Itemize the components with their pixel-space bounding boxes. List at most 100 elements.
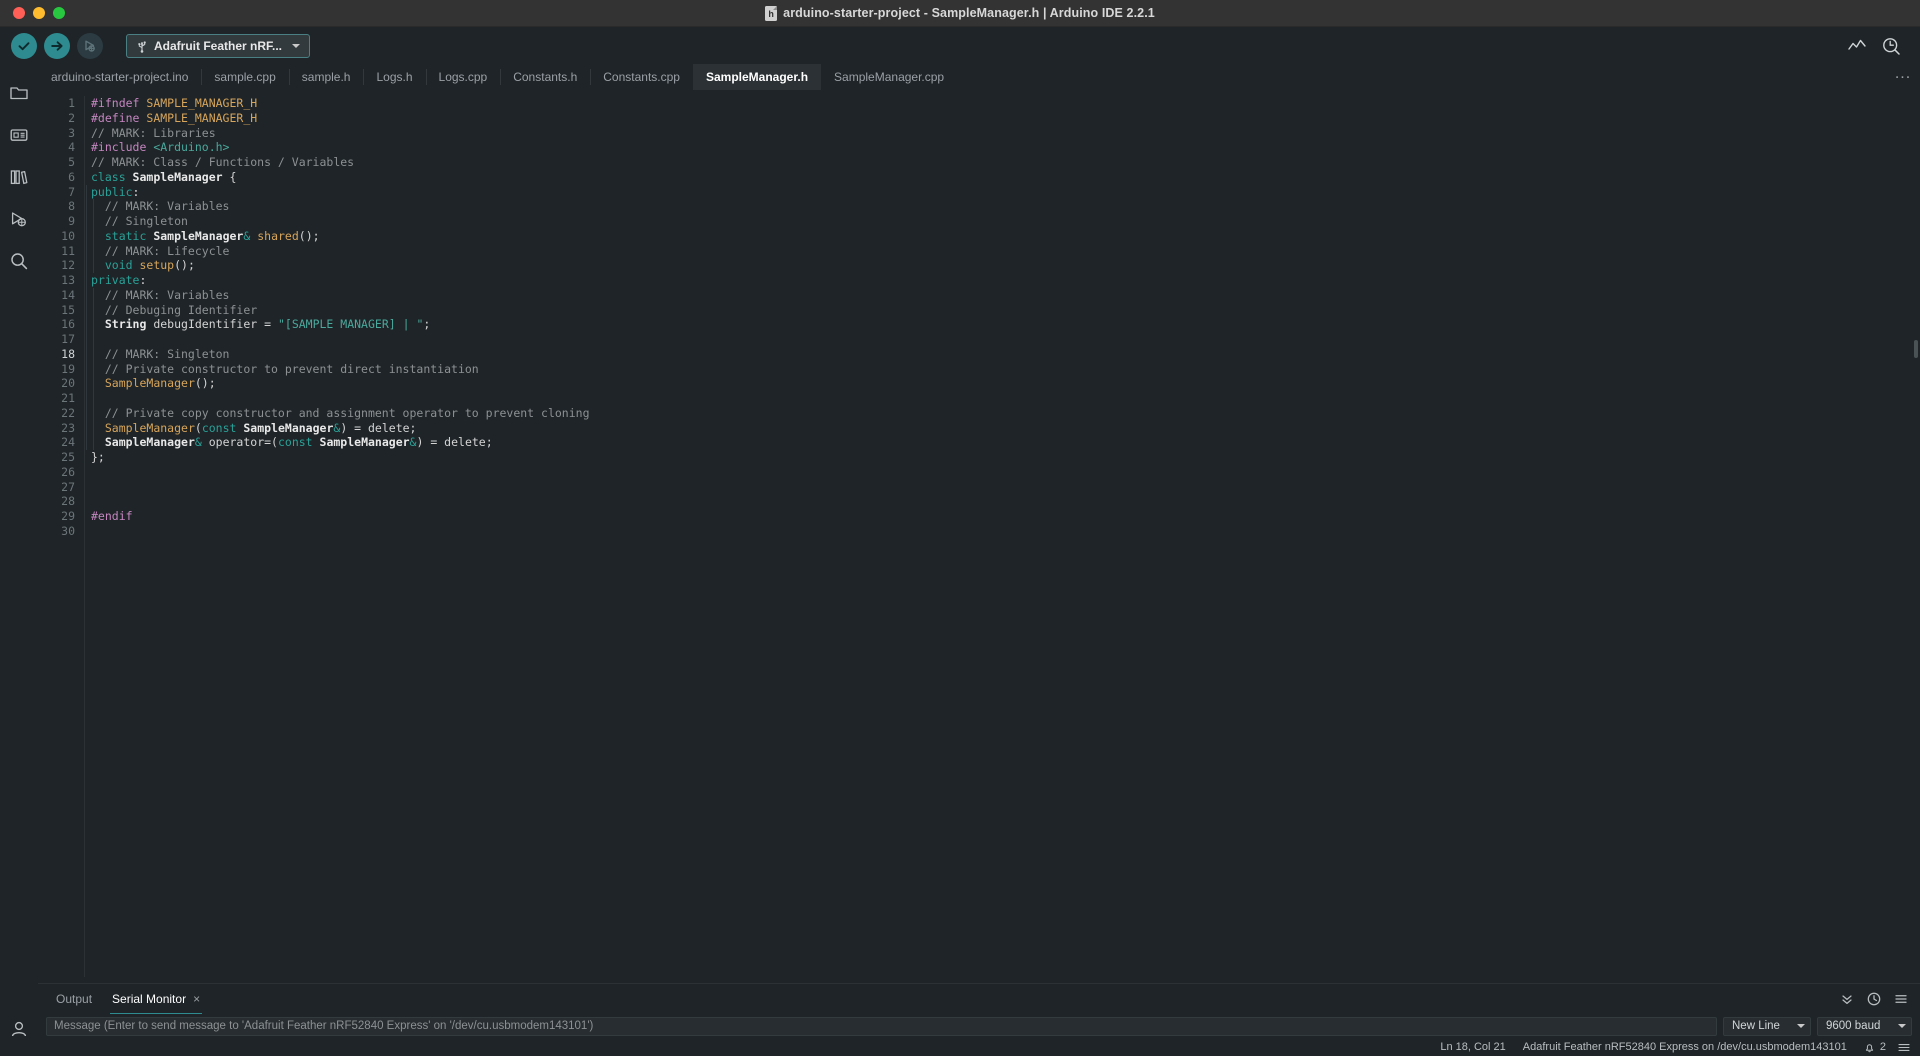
header-file-icon: h (765, 5, 778, 21)
line-number: 11 (61, 243, 75, 258)
arrow-right-icon (50, 40, 63, 51)
code-token: ; (423, 317, 431, 332)
code-content[interactable]: #ifndef SAMPLE_MANAGER_H #define SAMPLE_M… (85, 90, 1920, 983)
board-port-status[interactable]: Adafruit Feather nRF52840 Express on /de… (1523, 1041, 1847, 1053)
code-token: SampleManager (153, 228, 244, 243)
code-token: SampleManager (319, 435, 410, 450)
maximize-window-button[interactable] (53, 7, 65, 19)
close-icon[interactable]: × (193, 993, 200, 1005)
line-ending-select[interactable]: New Line (1723, 1016, 1811, 1036)
code-editor[interactable]: 1 2 3 4 5 6 7 8 9 10 11 12 13 14 15 16 17 18 19 20 21 22 23 24 2… (38, 90, 1920, 983)
line-number: 5 (68, 155, 75, 169)
code-token: private (91, 273, 140, 287)
editor-tab-sample-h[interactable]: sample.h (288, 64, 364, 90)
editor-tab-sample-cpp[interactable]: sample.cpp (201, 64, 288, 90)
serial-message-input[interactable] (46, 1016, 1717, 1036)
panel-tab-serial-monitor[interactable]: Serial Monitor × (102, 984, 210, 1014)
code-token: debugIdentifier = (146, 317, 278, 332)
editor-tab-constants-h[interactable]: Constants.h (500, 64, 590, 90)
verify-button[interactable] (11, 32, 37, 59)
indent-guide (93, 287, 94, 450)
toolbar-right-actions (1848, 37, 1910, 55)
code-line: String debugIdentifier = "[SAMPLE MANAGE… (91, 317, 1920, 332)
code-token: // MARK: Variables (91, 199, 230, 214)
code-token: "[SAMPLE MANAGER] | " (277, 317, 424, 332)
code-token: { (222, 169, 237, 184)
editor-tab-samplemanager-h[interactable]: SampleManager.h (692, 64, 822, 90)
notifications-button[interactable]: 2 (1864, 1041, 1886, 1053)
editor-tab-logs-h[interactable]: Logs.h (363, 64, 425, 90)
code-line: // Private constructor to prevent direct… (91, 362, 1920, 377)
line-number: 12 (61, 258, 75, 273)
code-token: // MARK: Libraries (91, 125, 216, 140)
editor-tab-samplemanager-cpp[interactable]: SampleManager.cpp (821, 64, 957, 90)
code-token: (); (174, 258, 195, 273)
sidebar-item-account[interactable] (0, 1014, 38, 1056)
serial-monitor-button[interactable] (1882, 37, 1900, 55)
code-line: SampleManager(); (91, 376, 1920, 391)
chevron-double-down-icon (1842, 995, 1852, 1005)
line-number: 14 (61, 287, 75, 302)
editor-tab-constants-cpp[interactable]: Constants.cpp (590, 64, 693, 90)
serial-plotter-button[interactable] (1848, 37, 1866, 55)
board-icon (10, 129, 28, 141)
indent-guide (93, 199, 94, 273)
panel-actions (1840, 992, 1920, 1006)
code-line: }; (91, 450, 1920, 465)
line-number: 24 (61, 435, 75, 450)
code-token: // Debuging Identifier (91, 302, 258, 317)
line-number: 26 (61, 464, 75, 479)
code-token: #include (91, 140, 154, 155)
baud-rate-select[interactable]: 9600 baud (1817, 1016, 1912, 1036)
editor-tab-label: SampleManager.h (705, 70, 809, 84)
code-line: // Debuging Identifier (91, 303, 1920, 318)
code-line: class SampleManager { (91, 170, 1920, 185)
code-line: // MARK: Class / Functions / Variables (91, 155, 1920, 170)
editor-tab-label: sample.h (301, 70, 351, 84)
code-token: const (277, 435, 320, 450)
code-token: ) = delete; (340, 420, 417, 435)
code-line: // Private copy constructor and assignme… (91, 406, 1920, 421)
editor-tab-label: Constants.h (513, 70, 578, 84)
cursor-position-label: Ln 18, Col 21 (1440, 1041, 1506, 1053)
panel-tab-output[interactable]: Output (46, 984, 102, 1014)
code-token: #define (91, 110, 147, 125)
sidebar-item-debug[interactable] (0, 198, 38, 240)
close-window-button[interactable] (13, 7, 25, 19)
bottom-panel-tabs: Output Serial Monitor × (38, 983, 1920, 1014)
code-line: // MARK: Variables (91, 288, 1920, 303)
minimize-window-button[interactable] (33, 7, 45, 19)
editor-scrollbar-thumb[interactable] (1914, 340, 1918, 358)
sidebar-item-sketchbook[interactable] (0, 72, 38, 114)
upload-button[interactable] (44, 32, 70, 59)
cursor-position[interactable]: Ln 18, Col 21 (1440, 1041, 1505, 1053)
timestamp-toggle-button[interactable] (1867, 992, 1881, 1006)
editor-tab-logs-cpp[interactable]: Logs.cpp (425, 64, 501, 90)
code-line: void setup(); (91, 258, 1920, 273)
editor-tab-arduino-starter-project-ino[interactable]: arduino-starter-project.ino (38, 64, 201, 90)
line-number: 1 (68, 96, 75, 110)
line-number: 20 (61, 376, 75, 391)
indent-guide (86, 184, 87, 450)
code-token: // MARK: Variables (91, 287, 230, 302)
search-icon (11, 253, 28, 270)
line-number: 13 (61, 273, 75, 287)
sidebar-item-search[interactable] (0, 240, 38, 282)
code-line: private: (91, 273, 1920, 288)
code-token: SampleManager (132, 169, 223, 184)
code-token: setup (139, 258, 175, 273)
code-token: : (132, 184, 140, 199)
tab-overflow-button[interactable]: ... (1886, 64, 1920, 90)
serial-input-row: New Line 9600 baud (38, 1014, 1920, 1038)
status-menu-button[interactable] (1898, 1042, 1910, 1053)
editor-column: arduino-starter-project.ino sample.cpp sam… (38, 64, 1920, 1056)
board-selector[interactable]: Adafruit Feather nRF... (126, 33, 310, 58)
panel-menu-button[interactable] (1894, 992, 1908, 1006)
sidebar-item-boards-manager[interactable] (0, 114, 38, 156)
debug-button[interactable] (77, 32, 103, 59)
sidebar-item-library-manager[interactable] (0, 156, 38, 198)
line-number: 21 (61, 391, 75, 405)
collapse-panel-button[interactable] (1840, 992, 1854, 1006)
code-token: // MARK: Lifecycle (91, 243, 230, 258)
